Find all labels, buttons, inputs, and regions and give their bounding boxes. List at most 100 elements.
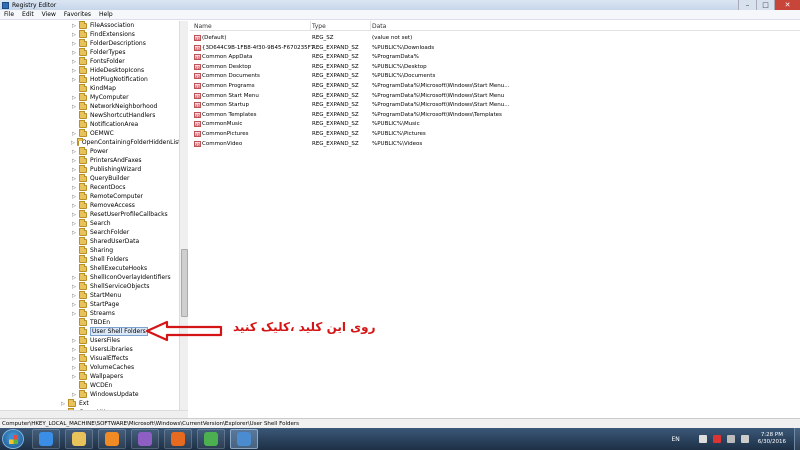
tree-item[interactable]: Shell Folders [0,254,178,264]
tree-item[interactable]: ▷ FolderTypes [0,47,178,57]
media-player-taskbar-button[interactable] [98,429,126,449]
expand-arrow-icon[interactable]: ▷ [71,356,77,362]
explorer-taskbar-button[interactable] [65,429,93,449]
expand-arrow-icon[interactable]: ▷ [71,104,77,110]
expand-arrow-icon[interactable]: ▷ [71,221,77,227]
expand-arrow-icon[interactable]: ▷ [71,212,77,218]
tree-item[interactable]: ▷ WindowsUpdate [0,389,178,399]
expand-arrow-icon[interactable]: ▷ [71,275,77,281]
tree-item[interactable]: ▷ FolderDescriptions [0,38,178,48]
regedit-taskbar-button[interactable] [230,429,258,449]
expand-arrow-icon[interactable]: ▷ [71,203,77,209]
tree-item[interactable]: ▷ Search [0,218,178,228]
value-row[interactable]: ab Common Desktop REG_EXPAND_SZ %PUBLIC%\De… [190,63,520,72]
column-divider[interactable] [310,21,311,31]
language-indicator[interactable]: EN [672,436,680,443]
tree-item[interactable]: SharedUserData [0,236,178,246]
tree-item[interactable]: ▷ NetworkNeighborhood [0,101,178,111]
expand-arrow-icon[interactable]: ▷ [71,365,77,371]
expand-arrow-icon[interactable]: ▷ [71,167,77,173]
expand-arrow-icon[interactable]: ▷ [71,77,77,83]
tree-item[interactable]: ▷ FontsFolder [0,56,178,66]
tree-item[interactable]: ▷ SearchFolder [0,227,178,237]
tree-item[interactable]: WCDEn [0,380,178,390]
tree-item[interactable]: Sharing [0,245,178,255]
tree-item[interactable]: NewShortcutHandlers [0,110,178,120]
firefox-taskbar-button[interactable] [164,429,192,449]
maximize-button[interactable]: □ [756,0,774,10]
value-row[interactable]: ab Common Programs REG_EXPAND_SZ %ProgramDa… [190,82,520,91]
expand-arrow-icon[interactable]: ▷ [71,140,75,146]
value-row[interactable]: ab (Default) REG_SZ (value not set) [190,34,520,43]
tree-item[interactable]: NotificationArea [0,119,178,129]
expand-arrow-icon[interactable]: ▷ [71,95,77,101]
start-button[interactable] [2,429,24,449]
close-button[interactable]: ✕ [774,0,800,10]
tree-item[interactable]: ▷ VisualEffects [0,353,178,363]
expand-arrow-icon[interactable]: ▷ [71,131,77,137]
tree-item[interactable]: ▷ VolumeCaches [0,362,178,372]
expand-arrow-icon[interactable]: ▷ [71,311,77,317]
tree-item[interactable]: ▷ HideDesktopIcons [0,65,178,75]
show-hidden-icons-icon[interactable] [698,435,707,443]
tree-item[interactable]: ShellExecuteHooks [0,263,178,273]
tree-item[interactable]: ▷ Wallpapers [0,371,178,381]
value-row[interactable]: ab Common Start Menu REG_EXPAND_SZ %Program… [190,92,520,101]
column-header-name[interactable]: Name [194,23,212,30]
menu-favorites[interactable]: Favorites [60,11,95,18]
clock[interactable]: 7:28 PM 6/30/2016 [758,432,786,446]
tree-item[interactable]: ▷ Power [0,146,178,156]
expand-arrow-icon[interactable]: ▷ [71,23,77,29]
expand-arrow-icon[interactable]: ▷ [71,149,77,155]
tree-scroll-thumb[interactable] [181,249,188,317]
tree-item[interactable]: ▷ OEMWC [0,128,178,138]
menu-file[interactable]: File [0,11,18,18]
expand-arrow-icon[interactable]: ▷ [71,230,77,236]
expand-arrow-icon[interactable]: ▷ [71,284,77,290]
tree-item[interactable]: ▷ MyComputer [0,92,178,102]
value-row[interactable]: ab Common AppData REG_EXPAND_SZ %ProgramDat… [190,53,520,62]
tree-item[interactable]: ▷ Streams [0,308,178,318]
tree-item[interactable]: ▷ PublishingWizard [0,164,178,174]
expand-arrow-icon[interactable]: ▷ [71,374,77,380]
tree-item[interactable]: ▷ UsersLibraries [0,344,178,354]
value-row[interactable]: ab CommonMusic REG_EXPAND_SZ %PUBLIC%\Music [190,120,520,129]
expand-arrow-icon[interactable]: ▷ [71,158,77,164]
expand-arrow-icon[interactable]: ▷ [60,401,66,407]
tree-item[interactable]: ▷ HotPlugNotification [0,74,178,84]
registry-key-tree[interactable]: ▷ FileAssociation ▷ FindExtensions ▷ FolderDe… [0,21,188,418]
tree-item[interactable]: ▷ RemoveAccess [0,200,178,210]
value-row[interactable]: ab Common Startup REG_EXPAND_SZ %ProgramDat… [190,101,520,110]
tree-item[interactable]: ▷ ShellServiceObjects [0,281,178,291]
menu-edit[interactable]: Edit [18,11,38,18]
menu-help[interactable]: Help [95,11,117,18]
minimize-button[interactable]: – [738,0,756,10]
tree-horizontal-scrollbar[interactable] [0,410,188,418]
value-row[interactable]: ab Common Templates REG_EXPAND_SZ %ProgramD… [190,111,520,120]
tree-item[interactable]: ▷ OpenContainingFolderHiddenList [0,137,181,147]
tree-item[interactable]: ▷ FileAssociation [0,21,178,30]
column-divider[interactable] [370,21,371,31]
expand-arrow-icon[interactable]: ▷ [71,293,77,299]
tree-item[interactable]: ▷ ShellIconOverlayIdentifiers [0,272,178,282]
expand-arrow-icon[interactable]: ▷ [71,50,77,56]
tree-item[interactable]: ▷ FindExtensions [0,29,178,39]
ie-taskbar-button[interactable] [32,429,60,449]
value-row[interactable]: ab CommonVideo REG_EXPAND_SZ %PUBLIC%\Video… [190,140,520,149]
column-header-data[interactable]: Data [372,23,386,30]
tree-item[interactable]: KindMap [0,83,178,93]
expand-arrow-icon[interactable]: ▷ [71,392,77,398]
network-icon[interactable] [726,435,735,443]
show-desktop-button[interactable] [794,428,800,450]
value-row[interactable]: ab {3D644C9B-1FB8-4f30-9B45-F670235F7... R… [190,44,520,53]
visual-studio-taskbar-button[interactable] [131,429,159,449]
value-row[interactable]: ab CommonPictures REG_EXPAND_SZ %PUBLIC%\Pi… [190,130,520,139]
tree-item[interactable]: ▷ RecentDocs [0,182,178,192]
expand-arrow-icon[interactable]: ▷ [71,185,77,191]
expand-arrow-icon[interactable]: ▷ [71,302,77,308]
tree-item[interactable]: ▷ PrintersAndFaxes [0,155,178,165]
tree-vertical-scrollbar[interactable] [179,21,188,410]
volume-icon[interactable] [740,435,749,443]
expand-arrow-icon[interactable]: ▷ [71,32,77,38]
column-header-type[interactable]: Type [312,23,326,30]
